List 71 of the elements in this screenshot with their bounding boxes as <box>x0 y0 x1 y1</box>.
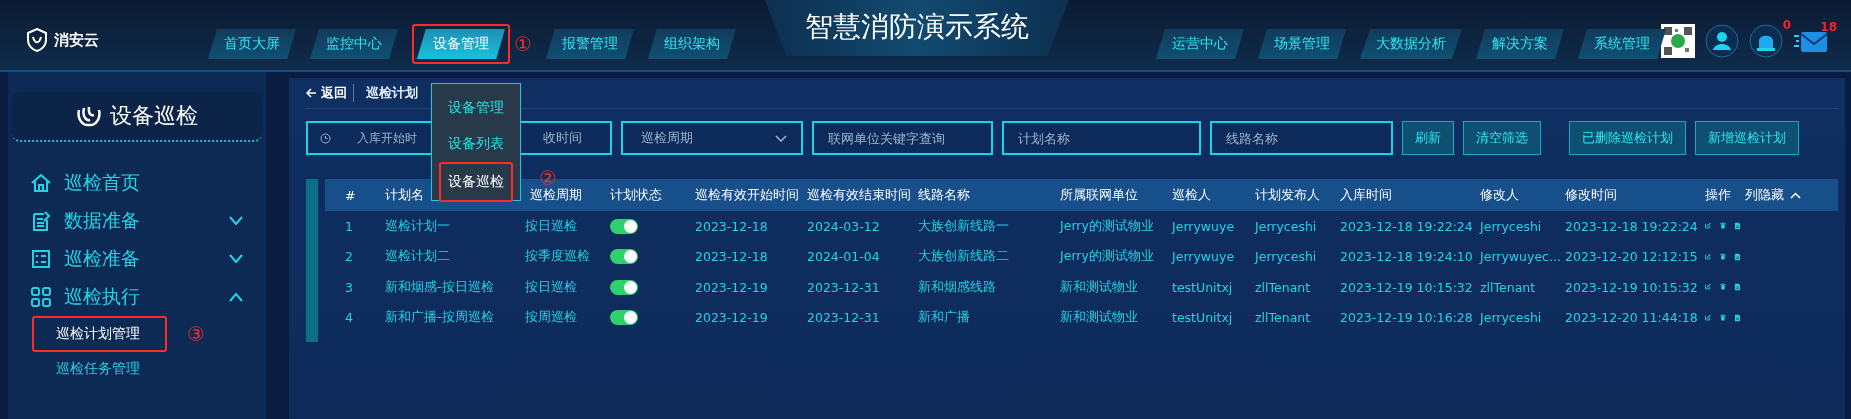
column-header: 巡检周期 <box>529 186 583 204</box>
table-cell-text: 新和烟感-按日巡检 <box>384 278 495 296</box>
table-cell-text: 4 <box>344 310 354 326</box>
table-cell-text: 2023-12-18 <box>694 218 769 234</box>
table-cell-text: 2023-12-18 19:24:10 <box>1339 249 1474 265</box>
table-cell-text: 新和广播 <box>917 309 971 327</box>
table-cell-text: Jerrywuye <box>1170 249 1236 265</box>
table-cell-text: 2023-12-18 <box>694 249 769 265</box>
column-header: 所属联网单位 <box>1059 186 1139 204</box>
table-cell-text: 新和烟感线路 <box>917 278 997 296</box>
table-cell-text: 按日巡检 <box>524 278 578 296</box>
table-cell-text: 2023-12-19 10:16:28 <box>1339 310 1474 326</box>
column-header: 入库时间 <box>1339 186 1393 204</box>
table-cell-text: Jerry的测试物业 <box>1058 248 1155 266</box>
table-cell-text: Jerryceshi <box>1253 218 1318 234</box>
logo-text: 消安云 <box>54 30 99 50</box>
column-header: 计划状态 <box>609 186 663 204</box>
table-cell-text: Jerrywuyec... <box>1478 249 1560 265</box>
table-cell-text: 按周巡检 <box>524 309 578 327</box>
table-cell-text: 2023-12-20 12:12:15 <box>1564 249 1699 265</box>
alarm-count-label: 0 <box>1782 18 1791 32</box>
table-cell-text: 巡检计划一 <box>384 217 451 235</box>
table-cell-text: testUnitxj <box>1171 279 1234 295</box>
column-header: 计划名 <box>384 186 425 204</box>
sidebar-title: 设备巡检 <box>110 102 198 130</box>
column-header: 巡检有效开始时间 <box>694 186 800 204</box>
breadcrumb-current: 巡检计划 <box>365 84 418 102</box>
table-cell-text: 2023-12-19 10:15:32 <box>1339 279 1474 295</box>
table-cell-text: 大族创新线路一 <box>917 217 1010 235</box>
table-cell-text: 2023-12-20 11:44:18 <box>1564 310 1699 326</box>
table-cell-text: 2023-12-19 <box>694 279 769 295</box>
step-number: ③ <box>187 323 205 344</box>
column-header: 巡检人 <box>1171 186 1212 204</box>
table-cell-text: zllTenant <box>1479 279 1537 295</box>
table-cell-text: 巡检计划二 <box>384 248 451 266</box>
table-cell-text: 按日巡检 <box>524 217 578 235</box>
message-count-label: 18 <box>1820 20 1837 34</box>
table-cell-text: testUnitxj <box>1171 310 1234 326</box>
column-header: 操作 <box>1704 186 1732 204</box>
table-cell-text: 2023-12-31 <box>806 310 881 326</box>
table-cell-text: zllTenant <box>1254 279 1312 295</box>
table-cell-text: 2023-12-31 <box>806 279 881 295</box>
table-cell-text: 2024-01-04 <box>806 249 881 265</box>
table-cell-text: 新和广播-按周巡检 <box>384 309 495 327</box>
table-cell-text: 2023-12-18 19:22:24 <box>1339 218 1474 234</box>
table-cell-text: Jerry的测试物业 <box>1058 217 1155 235</box>
table-cell-text: 大族创新线路二 <box>917 248 1010 266</box>
table-cell-text: 2023-12-18 19:22:24 <box>1564 218 1699 234</box>
step-number: ① <box>514 34 532 54</box>
step-number: ② <box>539 168 557 188</box>
table-cell-text: 2 <box>344 249 354 265</box>
table-cell-text: Jerrywuye <box>1170 218 1236 234</box>
column-header: 巡检有效结束时间 <box>806 186 912 204</box>
table-cell-text: 2023-12-19 10:15:32 <box>1564 279 1699 295</box>
table-cell-text: 新和测试物业 <box>1059 309 1139 327</box>
table-cell-text: 2024-03-12 <box>806 218 881 234</box>
table-cell-text: Jerryceshi <box>1253 249 1318 265</box>
column-header: 修改人 <box>1479 186 1520 204</box>
table-cell-text: 1 <box>344 218 354 234</box>
column-header: 修改时间 <box>1564 186 1618 204</box>
table-cell-text: Jerryceshi <box>1478 218 1543 234</box>
table-cell-text: 2023-12-19 <box>694 310 769 326</box>
table-cell-text: 3 <box>344 279 354 295</box>
column-header: 计划发布人 <box>1254 186 1321 204</box>
table-cell-text: 新和测试物业 <box>1059 278 1139 296</box>
system-title: 智慧消防演示系统 <box>765 0 1069 56</box>
column-header: # <box>344 187 357 203</box>
table-cell-text: 按季度巡检 <box>524 248 591 266</box>
column-header: 线路名称 <box>917 186 971 204</box>
table-cell-text: Jerryceshi <box>1478 310 1543 326</box>
table-cell-text: zllTenant <box>1254 310 1312 326</box>
